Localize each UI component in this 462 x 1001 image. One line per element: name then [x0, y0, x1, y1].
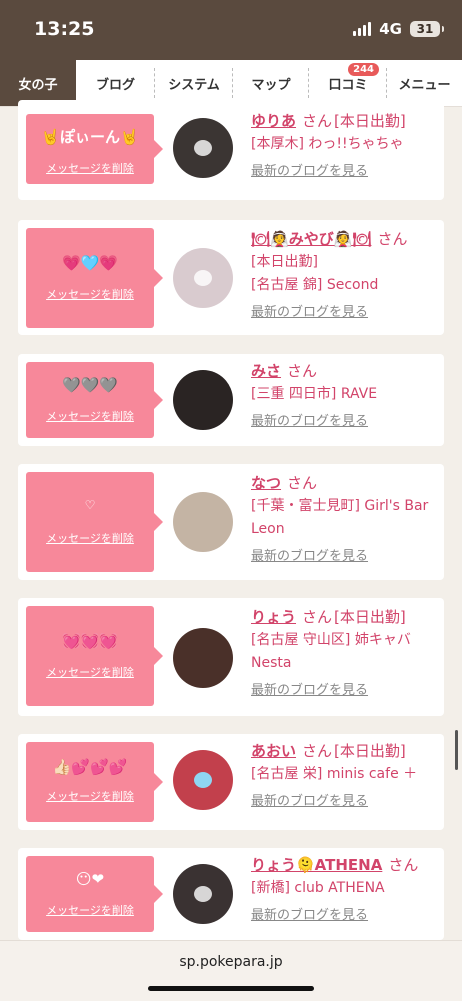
scrollbar[interactable]: [455, 730, 458, 770]
shop-info: [名古屋 栄] minis cafe ＋: [251, 766, 418, 782]
delete-message-link[interactable]: メッセージを削除: [26, 664, 154, 680]
network-type: 4G: [379, 20, 402, 38]
attendance-status: [本日出勤]: [334, 742, 406, 760]
girl-name-link[interactable]: りょう: [251, 608, 296, 626]
message-text: 💗🩵💗: [61, 254, 119, 272]
status-bar: 13:25 4G 31: [0, 0, 462, 60]
honorific: さん: [287, 474, 318, 492]
girl-info: なつ さん [千葉・富士見町] Girl's Bar Leon 最新のブログを見る: [251, 472, 441, 568]
browser-address-bar[interactable]: sp.pokepara.jp: [0, 940, 462, 1001]
tab-label: 口コミ: [328, 77, 368, 93]
latest-blog-link[interactable]: 最新のブログを見る: [251, 410, 441, 433]
message-text: 🩶🩶🩶: [61, 376, 119, 394]
girl-name-link[interactable]: みさ: [251, 362, 281, 380]
latest-blog-link[interactable]: 最新のブログを見る: [251, 160, 441, 183]
shop-info: [名古屋 守山区] 姉キャバ Nesta: [251, 632, 411, 671]
attendance-status: [本日出勤]: [334, 112, 406, 130]
message-card: 🤘ぽぃーん🤘 メッセージを削除 ゆりあ さん [本日出勤] [本厚木] わっ!!ちゃ…: [18, 100, 444, 200]
avatar[interactable]: [173, 248, 233, 308]
tab-label: メニュー: [398, 77, 451, 93]
message-bubble: 🩶🩶🩶 メッセージを削除: [26, 362, 163, 438]
avatar[interactable]: [173, 864, 233, 924]
message-bubble: 🤘ぽぃーん🤘 メッセージを削除: [26, 114, 163, 184]
girl-info: 🍽👰みやび👰🍽 さん [本日出勤] [名古屋 錦] Second 最新のブログを見…: [251, 228, 441, 324]
latest-blog-link[interactable]: 最新のブログを見る: [251, 301, 441, 324]
message-text: 👍🏻💕💕💕: [52, 758, 128, 776]
message-card: 🩶🩶🩶 メッセージを削除 みさ さん [三重 四日市] RAVE 最新のブログを見…: [18, 354, 444, 446]
girl-info: みさ さん [三重 四日市] RAVE 最新のブログを見る: [251, 360, 441, 433]
delete-message-link[interactable]: メッセージを削除: [26, 788, 154, 804]
shop-info: [千葉・富士見町] Girl's Bar Leon: [251, 498, 429, 537]
honorific: さん: [377, 230, 408, 248]
battery-level: 31: [416, 22, 434, 36]
message-text: 🤘ぽぃーん🤘: [41, 128, 139, 146]
tab-label: 女の子: [18, 77, 58, 93]
latest-blog-link[interactable]: 最新のブログを見る: [251, 679, 441, 702]
message-text: ♡: [84, 498, 96, 512]
message-card: 👍🏻💕💕💕 メッセージを削除 あおい さん [本日出勤] [名古屋 栄] minis…: [18, 734, 444, 830]
shop-info: [三重 四日市] RAVE: [251, 386, 378, 402]
shop-info: [本厚木] わっ!!ちゃちゃ: [251, 136, 404, 152]
girl-info: りょう さん [本日出勤] [名古屋 守山区] 姉キャバ Nesta 最新のブログを…: [251, 606, 441, 702]
tab-label: システム: [168, 77, 220, 93]
message-text: 💓💓💓: [61, 632, 119, 650]
delete-message-link[interactable]: メッセージを削除: [26, 408, 154, 424]
girl-info: りょう🫠ATHENA さん [新橋] club ATHENA 最新のブログを見る: [251, 854, 441, 927]
girl-name-link[interactable]: なつ: [251, 474, 281, 492]
message-bubble: 😶❤ メッセージを削除: [26, 856, 163, 932]
battery-icon: 31: [410, 21, 444, 37]
tab-label: マップ: [251, 77, 291, 93]
message-bubble: ♡ メッセージを削除: [26, 472, 163, 572]
honorific: さん: [302, 608, 333, 626]
attendance-status: [本日出勤]: [334, 608, 406, 626]
girl-info: ゆりあ さん [本日出勤] [本厚木] わっ!!ちゃちゃ 最新のブログを見る: [251, 110, 441, 183]
home-indicator[interactable]: [148, 986, 314, 991]
avatar[interactable]: [173, 370, 233, 430]
honorific: さん: [388, 856, 419, 874]
girl-name-link[interactable]: ゆりあ: [251, 112, 296, 130]
girl-name-link[interactable]: りょう🫠ATHENA: [251, 856, 382, 874]
latest-blog-link[interactable]: 最新のブログを見る: [251, 790, 441, 813]
signal-icon: [353, 22, 372, 36]
honorific: さん: [302, 112, 333, 130]
message-card: 😶❤ メッセージを削除 りょう🫠ATHENA さん [新橋] club ATHEN…: [18, 848, 444, 940]
url-text[interactable]: sp.pokepara.jp: [0, 954, 462, 970]
message-bubble: 👍🏻💕💕💕 メッセージを削除: [26, 742, 163, 822]
delete-message-link[interactable]: メッセージを削除: [26, 530, 154, 546]
avatar[interactable]: [173, 118, 233, 178]
shop-info: [名古屋 錦] Second: [251, 277, 379, 293]
shop-info: [新橋] club ATHENA: [251, 880, 385, 896]
avatar[interactable]: [173, 492, 233, 552]
message-card: 💗🩵💗 メッセージを削除 🍽👰みやび👰🍽 さん [本日出勤] [名古屋 錦] Se…: [18, 220, 444, 335]
status-indicators: 4G 31: [353, 20, 444, 38]
message-card: 💓💓💓 メッセージを削除 りょう さん [本日出勤] [名古屋 守山区] 姉キャバ …: [18, 598, 444, 716]
message-bubble: 💗🩵💗 メッセージを削除: [26, 228, 163, 328]
message-bubble: 💓💓💓 メッセージを削除: [26, 606, 163, 706]
avatar[interactable]: [173, 628, 233, 688]
message-card: ♡ メッセージを削除 なつ さん [千葉・富士見町] Girl's Bar Leo…: [18, 464, 444, 580]
status-time: 13:25: [34, 18, 95, 40]
girl-name-link[interactable]: あおい: [251, 742, 296, 760]
latest-blog-link[interactable]: 最新のブログを見る: [251, 904, 441, 927]
avatar[interactable]: [173, 750, 233, 810]
message-text: 😶❤: [75, 870, 105, 888]
latest-blog-link[interactable]: 最新のブログを見る: [251, 545, 441, 568]
honorific: さん: [302, 742, 333, 760]
honorific: さん: [287, 362, 318, 380]
delete-message-link[interactable]: メッセージを削除: [26, 160, 154, 176]
attendance-status: [本日出勤]: [251, 254, 318, 270]
tab-label: ブログ: [95, 77, 135, 93]
girl-info: あおい さん [本日出勤] [名古屋 栄] minis cafe ＋ 最新のブログを…: [251, 740, 441, 813]
delete-message-link[interactable]: メッセージを削除: [26, 902, 154, 918]
girl-name-link[interactable]: 🍽👰みやび👰🍽: [251, 230, 371, 248]
delete-message-link[interactable]: メッセージを削除: [26, 286, 154, 302]
reviews-count-badge: 244: [348, 63, 379, 76]
